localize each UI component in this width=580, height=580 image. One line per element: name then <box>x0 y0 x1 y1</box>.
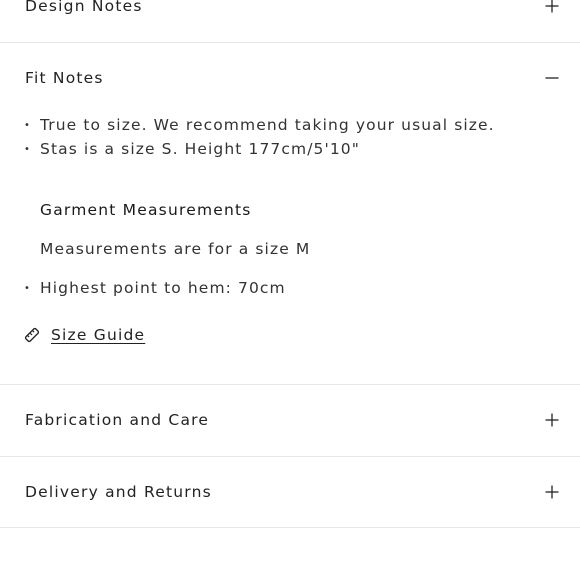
bullet-icon: • <box>24 119 31 131</box>
accordion-title-fit-notes: Fit Notes <box>25 69 104 87</box>
plus-icon <box>545 0 559 13</box>
size-guide-label: Size Guide <box>51 326 146 344</box>
bullet-icon: • <box>24 143 31 155</box>
accordion-title-design-notes: Design Notes <box>25 0 143 15</box>
bullet-icon: • <box>24 282 31 294</box>
accordion-title-fabrication-and-care: Fabrication and Care <box>25 411 210 429</box>
garment-measurements-heading: Garment Measurements <box>40 201 252 219</box>
divider <box>0 384 580 385</box>
accordion-header-delivery-and-returns[interactable]: Delivery and Returns <box>0 479 580 505</box>
list-item: • True to size. We recommend taking your… <box>24 115 495 135</box>
divider <box>0 527 580 528</box>
divider <box>0 42 580 43</box>
measurement-note: Measurements are for a size M <box>40 240 311 258</box>
plus-icon <box>545 485 559 499</box>
plus-icon <box>545 413 559 427</box>
divider <box>0 456 580 457</box>
minus-icon <box>545 77 559 79</box>
ruler-icon <box>24 327 40 343</box>
accordion-header-fabrication-and-care[interactable]: Fabrication and Care <box>0 407 580 433</box>
list-item: • Highest point to hem: 70cm <box>24 278 286 298</box>
accordion-title-delivery-and-returns: Delivery and Returns <box>25 483 212 501</box>
accordion-header-fit-notes[interactable]: Fit Notes <box>0 65 580 91</box>
product-details-accordion: Design Notes Fit Notes • True to size. W… <box>0 0 580 580</box>
accordion-header-design-notes[interactable]: Design Notes <box>0 0 580 19</box>
measurement-text: Highest point to hem: 70cm <box>40 279 286 297</box>
fit-note-text: True to size. We recommend taking your u… <box>40 116 495 134</box>
list-item: • Stas is a size S. Height 177cm/5'10" <box>24 139 360 159</box>
size-guide-link[interactable]: Size Guide <box>24 326 145 344</box>
fit-note-text: Stas is a size S. Height 177cm/5'10" <box>40 140 360 158</box>
